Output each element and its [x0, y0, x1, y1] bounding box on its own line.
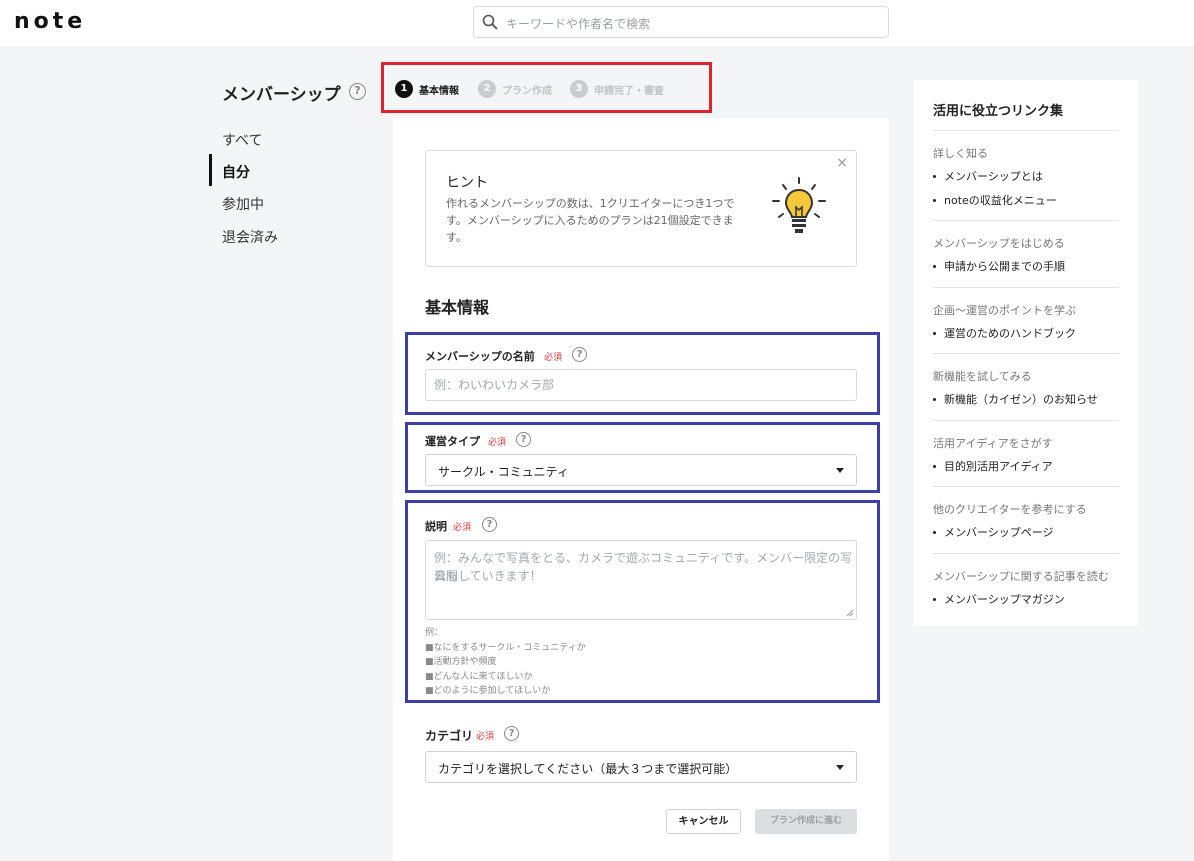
required-badge: 必須: [453, 523, 472, 533]
type-field-highlight: 運営タイプ 必須 ? サークル・コミュニティ: [405, 422, 880, 493]
top-header: note キーワードや作者名で検索: [0, 0, 1194, 46]
help-icon[interactable]: ?: [482, 517, 497, 532]
help-icon[interactable]: ?: [349, 83, 366, 100]
hint-body: 作れるメンバーシップの数は、1クリエイターにつき1つです。メンバーシップに入るた…: [446, 197, 735, 244]
example-line: ■どのように参加してほしいか: [425, 686, 551, 696]
description-placeholder-line2: 公開していきます！: [434, 569, 542, 583]
help-icon[interactable]: ?: [516, 432, 531, 447]
cancel-button[interactable]: キャンセル: [666, 809, 741, 834]
link-group-heading: メンバーシップに関する記事を読む: [933, 570, 1109, 583]
link-group-heading: メンバーシップをはじめる: [933, 237, 1065, 250]
stepper-highlight: 1 基本情報 2 プラン作成 3 申請完了・審査: [381, 62, 712, 113]
divider: [933, 287, 1119, 288]
section-title-basic-info: 基本情報: [425, 298, 490, 317]
lightbulb-icon: [772, 177, 826, 233]
link-item[interactable]: 申請から公開までの手順: [933, 258, 1065, 274]
nav-item-mine[interactable]: 自分: [222, 162, 250, 182]
link-item[interactable]: 目的別活用アイディア: [933, 458, 1053, 474]
link-group-heading: 詳しく知る: [933, 147, 988, 160]
chevron-down-icon: [836, 468, 844, 473]
close-icon[interactable]: ×: [836, 155, 848, 171]
step-number: 1: [395, 80, 413, 98]
link-item[interactable]: メンバーシップマガジン: [933, 591, 1065, 607]
divider: [933, 420, 1119, 421]
chevron-down-icon: [836, 765, 844, 770]
link-item[interactable]: メンバーシップページ: [933, 524, 1054, 540]
step-label: 基本情報: [419, 85, 459, 97]
divider: [933, 220, 1119, 221]
link-group-heading: 他のクリエイターを参考にする: [933, 503, 1087, 516]
link-group-heading: 企画〜運営のポイントを学ぶ: [933, 304, 1076, 317]
divider: [933, 553, 1119, 554]
required-badge: 必須: [476, 732, 495, 742]
name-field-highlight: メンバーシップの名前 必須 ? 例：わいわいカメラ部: [405, 332, 880, 415]
step-number: 3: [570, 80, 588, 98]
link-group-heading: 活用アイディアをさがす: [933, 437, 1053, 450]
required-badge: 必須: [544, 353, 563, 363]
link-item[interactable]: 新機能（カイゼン）のお知らせ: [933, 391, 1098, 407]
link-item[interactable]: メンバーシップとは: [933, 168, 1043, 184]
help-icon[interactable]: ?: [572, 347, 587, 362]
type-field-label: 運営タイプ: [425, 435, 480, 448]
divider: [933, 486, 1119, 487]
link-item[interactable]: 運営のためのハンドブック: [933, 325, 1076, 341]
step-label: プラン作成: [502, 85, 552, 97]
hint-title: ヒント: [446, 175, 488, 191]
nav-item-left[interactable]: 退会済み: [222, 227, 278, 247]
note-logo[interactable]: note: [14, 9, 86, 34]
description-field-label: 説明: [425, 520, 447, 533]
description-textarea[interactable]: 例：みんなで写真をとる、カメラで遊ぶコミュニティです。メンバー限定の写真も 公開…: [425, 540, 857, 620]
step-number: 2: [478, 80, 496, 98]
panel-title: 活用に役立つリンク集: [933, 104, 1064, 119]
type-select-value: サークル・コミュニティ: [438, 465, 569, 479]
step-label: 申請完了・審査: [594, 85, 664, 97]
hint-box: × ヒント 作れるメンバーシップの数は、1クリエイターにつき1つです。メンバーシ…: [425, 150, 857, 267]
membership-name-input[interactable]: 例：わいわいカメラ部: [425, 369, 857, 401]
resize-handle-icon[interactable]: [846, 609, 854, 617]
search-input[interactable]: キーワードや作者名で検索: [473, 6, 889, 38]
divider: [933, 353, 1119, 354]
nav-active-indicator: [209, 154, 212, 186]
link-item[interactable]: noteの収益化メニュー: [933, 192, 1057, 208]
step-review: 3 申請完了・審査: [570, 80, 664, 98]
type-select[interactable]: サークル・コミュニティ: [425, 454, 857, 486]
step-plan-create: 2 プラン作成: [478, 80, 552, 98]
page-title: メンバーシップ: [222, 85, 341, 105]
divider: [933, 130, 1119, 131]
resource-links-panel: 活用に役立つリンク集 詳しく知る メンバーシップとは noteの収益化メニュー …: [914, 80, 1138, 626]
search-placeholder: キーワードや作者名で検索: [506, 17, 651, 31]
step-basic-info: 1 基本情報: [395, 80, 459, 98]
nav-item-all[interactable]: すべて: [222, 130, 262, 150]
next-plan-button[interactable]: プラン作成に進む: [755, 809, 857, 834]
nav-item-joined[interactable]: 参加中: [222, 194, 264, 214]
category-select[interactable]: カテゴリを選択してください（最大３つまで選択可能）: [425, 751, 857, 783]
description-examples: 例： ■なにをするサークル・コミュニティか ■活動方針や頻度 ■どんな人に来てほ…: [425, 626, 586, 699]
example-line: ■なにをするサークル・コミュニティか: [425, 642, 586, 653]
example-line: 例：: [425, 628, 444, 638]
category-field-label: カテゴリ: [425, 729, 474, 743]
name-placeholder: 例：わいわいカメラ部: [434, 378, 555, 392]
link-group-heading: 新機能を試してみる: [933, 370, 1032, 383]
help-icon[interactable]: ?: [504, 726, 519, 741]
example-line: ■どんな人に来てほしいか: [425, 671, 533, 682]
search-icon: [482, 14, 498, 30]
required-badge: 必須: [488, 438, 507, 448]
name-field-label: メンバーシップの名前: [425, 350, 535, 363]
category-select-value: カテゴリを選択してください（最大３つまで選択可能）: [438, 762, 738, 776]
example-line: ■活動方針や頻度: [425, 657, 497, 667]
